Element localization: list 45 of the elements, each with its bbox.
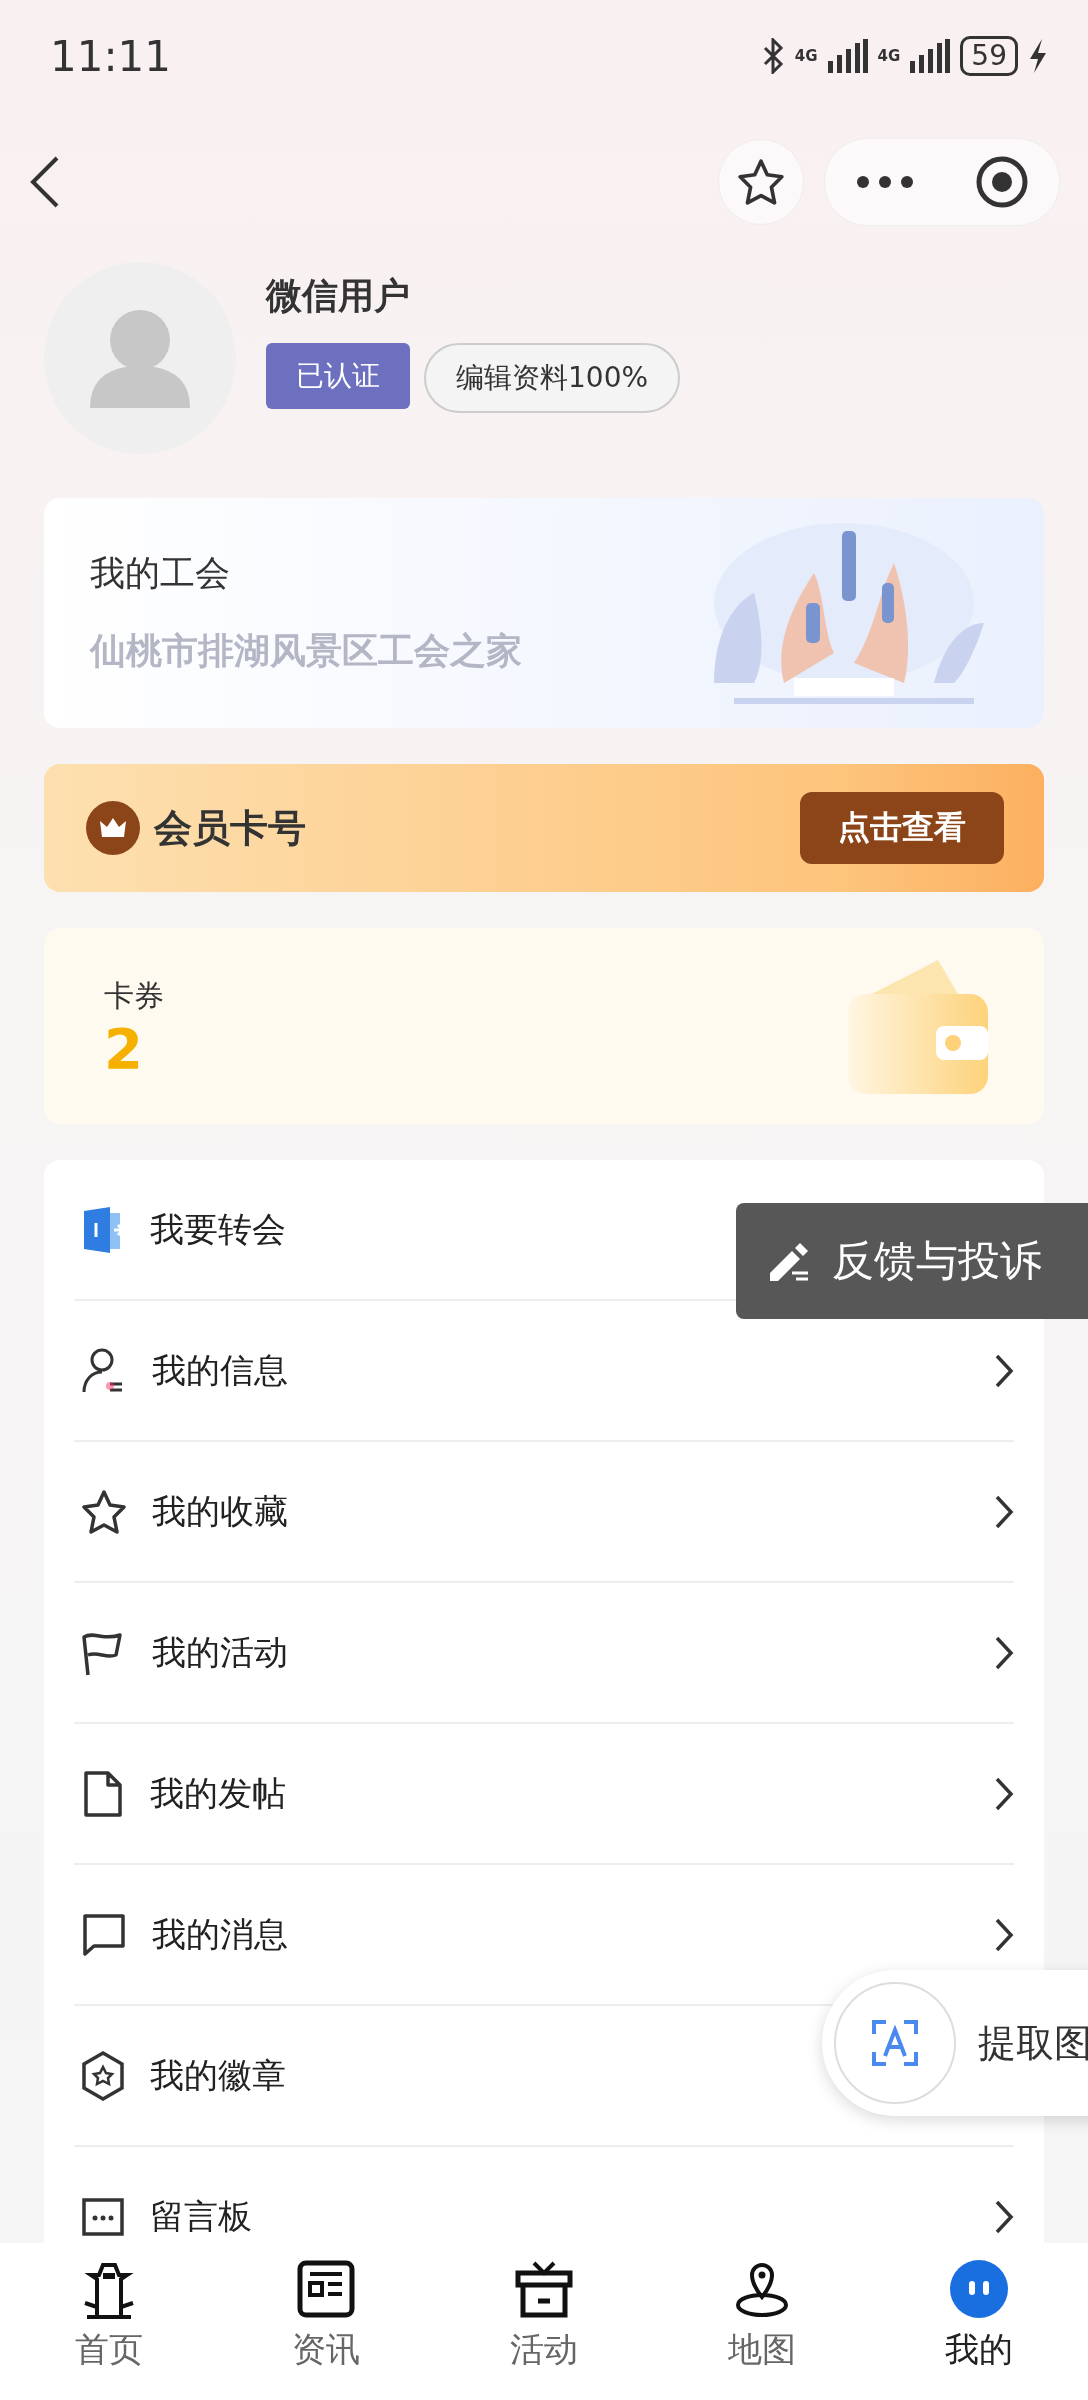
union-name: 仙桃市排湖风景区工会之家 [90,629,522,673]
tab-item[interactable]: 资讯 [246,2243,407,2400]
tab-item[interactable]: 我的 [899,2243,1060,2400]
member-card-title: 会员卡号 [154,804,306,852]
chevron-right-icon [994,1352,1014,1389]
coupon-label: 卡券 [104,976,164,1015]
feedback-tooltip[interactable]: 反馈与投诉 [736,1203,1088,1319]
star-icon [736,157,786,207]
extract-text-tooltip[interactable]: 提取图 [822,1970,1088,2116]
chevron-right-icon [994,1775,1014,1812]
user-name: 微信用户 [266,274,411,318]
menu-item[interactable]: 我的活动 [74,1583,1014,1724]
charging-icon [1028,39,1048,73]
chevron-right-icon [994,2198,1014,2235]
chevron-right-icon [994,1493,1014,1530]
tab-item[interactable]: 首页 [28,2243,189,2400]
network-label: 4G [794,47,818,65]
star-icon [80,1487,128,1536]
chevron-right-icon [994,1916,1014,1953]
back-icon[interactable] [30,156,60,208]
coupon-card[interactable]: 卡券 2 [44,928,1044,1124]
network-label: 4G [877,47,901,65]
signal-icon [827,39,868,73]
edit-profile-button[interactable]: 编辑资料100% [424,343,681,413]
gift-icon [514,2259,574,2319]
menu-item[interactable]: 我的发帖 [74,1724,1014,1865]
tab-item[interactable]: 活动 [464,2243,624,2400]
status-time: 11:11 [50,31,172,81]
smiley-icon [949,2259,1010,2319]
more-icon[interactable] [855,175,914,189]
crown-icon [86,801,140,855]
badge-icon [80,2049,126,2102]
tab-item[interactable]: 地图 [681,2243,842,2400]
text-scan-icon [834,1982,956,2104]
card-title: 我的工会 [90,552,231,595]
union-card[interactable]: 我的工会 仙桃市排湖风景区工会之家 [44,498,1044,728]
close-icon[interactable] [974,155,1029,209]
signal-icon [910,39,951,73]
view-button[interactable]: 点击查看 [800,792,1004,864]
coupon-count: 2 [104,1020,144,1077]
menu-item[interactable]: 我的收藏 [74,1442,1014,1583]
battery-level: 59 [960,36,1018,76]
news-icon [296,2259,357,2319]
chevron-right-icon [994,1634,1014,1671]
verified-tag: 已认证 [266,343,410,409]
